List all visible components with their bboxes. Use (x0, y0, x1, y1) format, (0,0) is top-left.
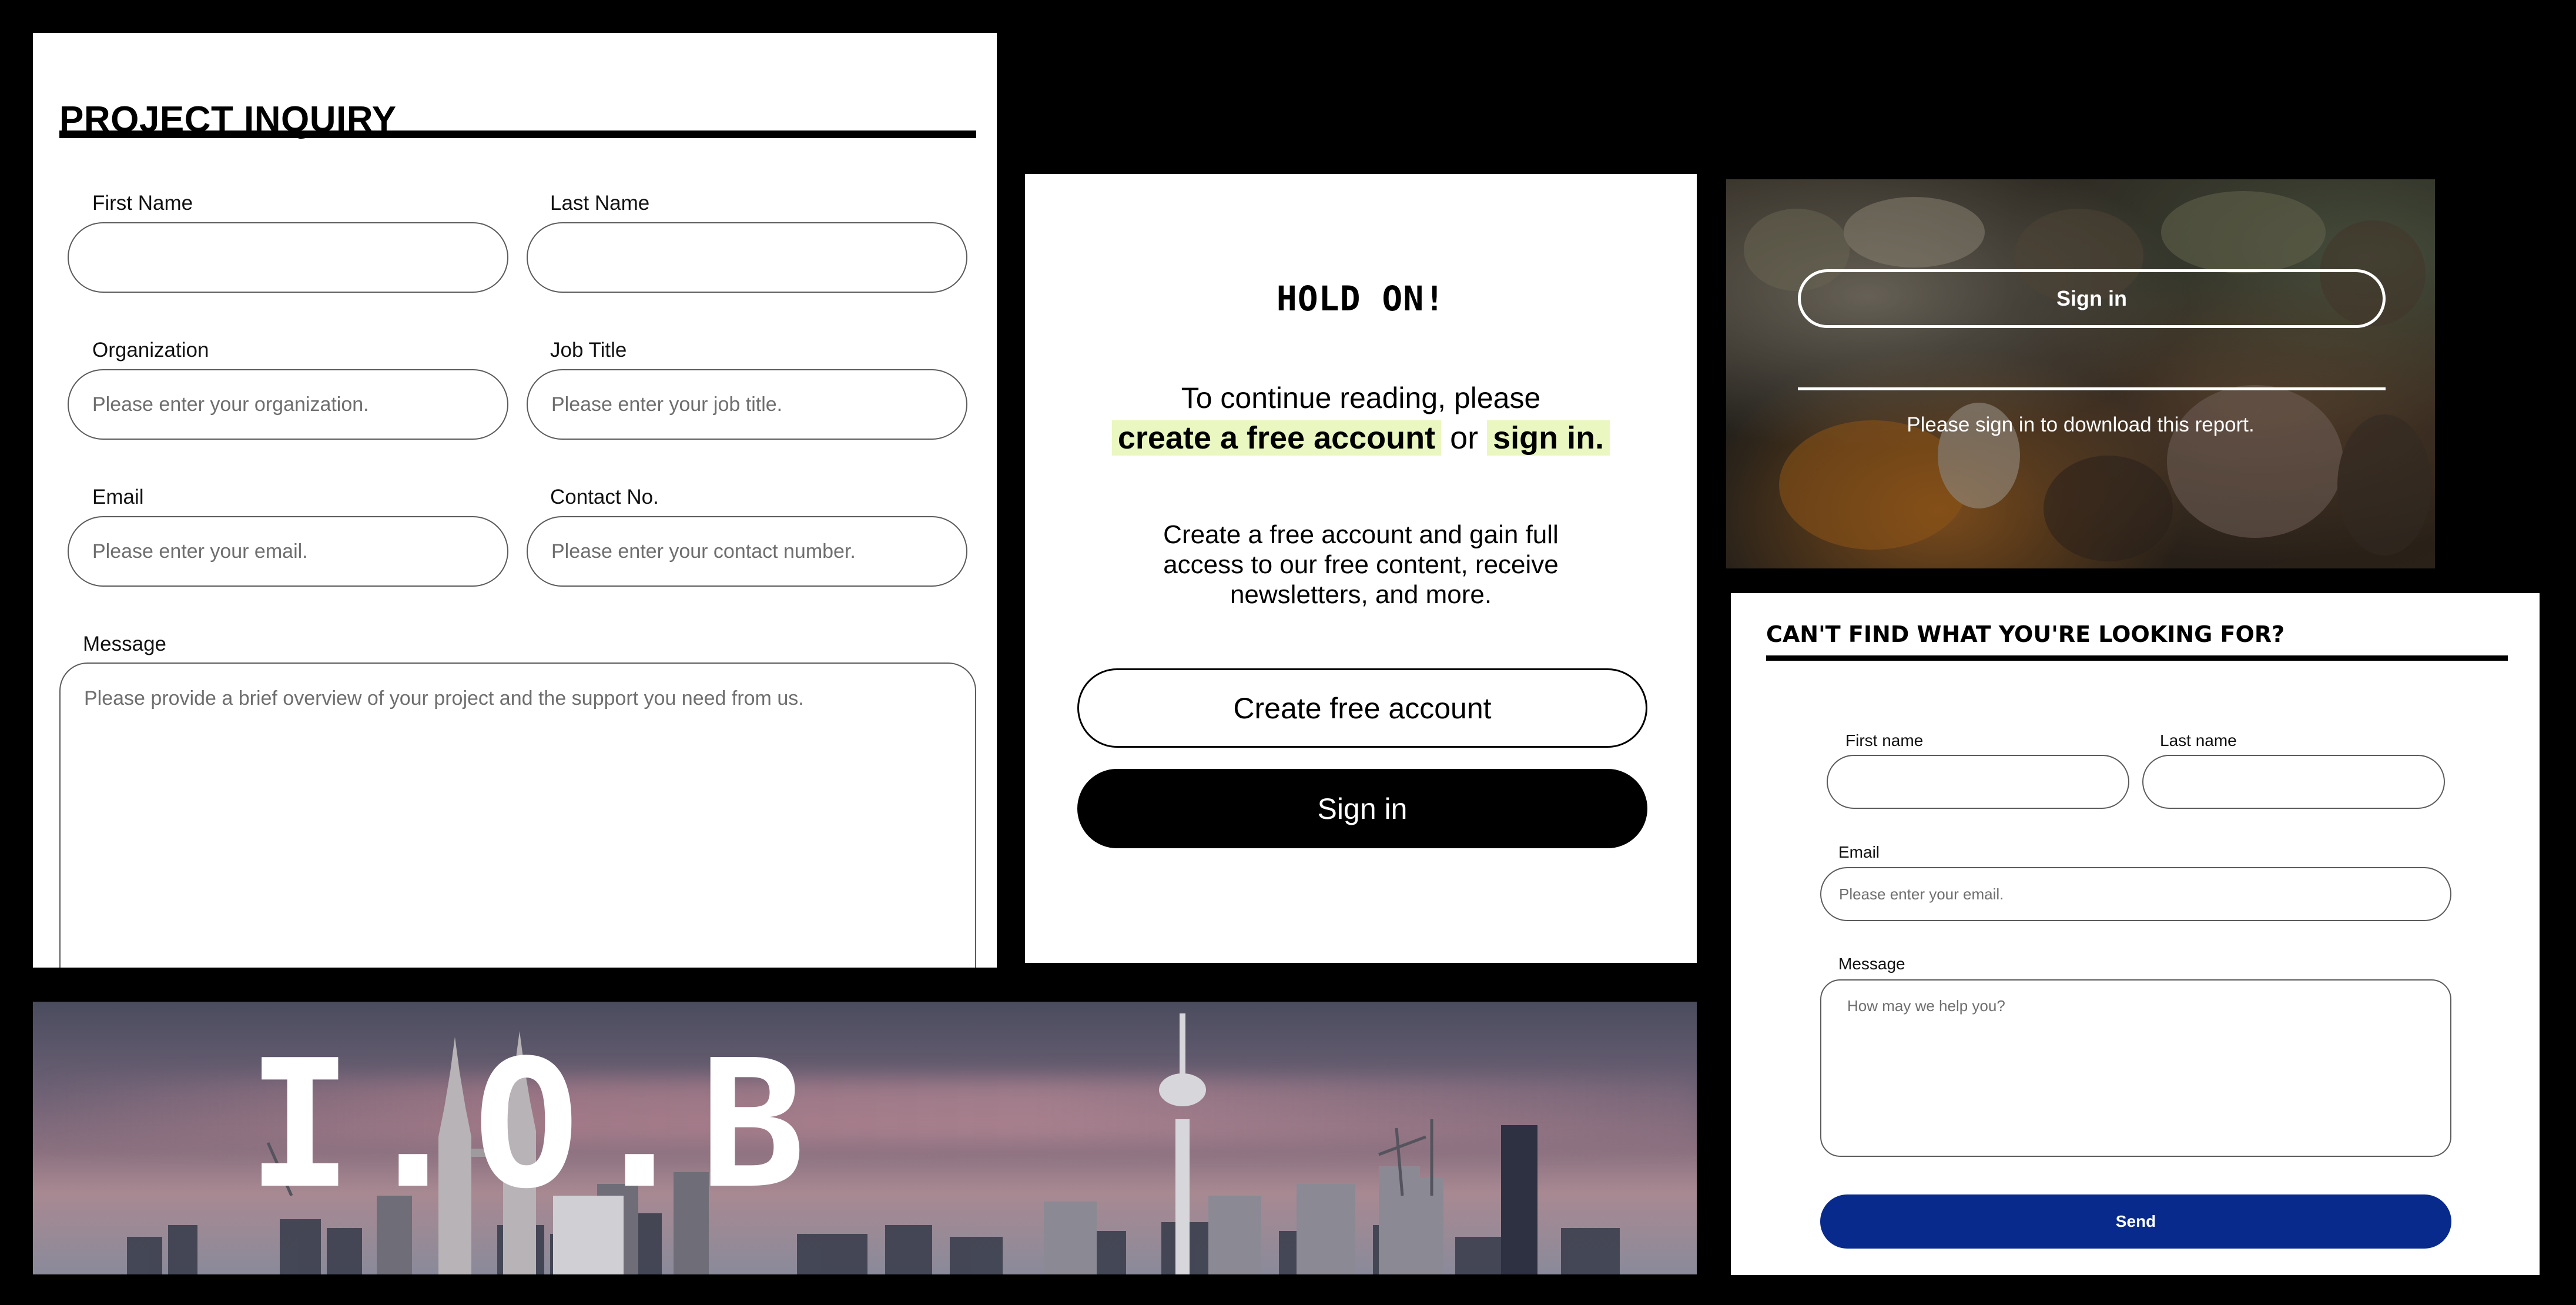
cf-last-name-label: Last name (2160, 731, 2237, 749)
continue-reading-text: To continue reading, please (1181, 382, 1541, 414)
sign-in-note: Please sign in to download this report. (1907, 413, 2255, 436)
cant-find-title: CAN'T FIND WHAT YOU'RE LOOKING FOR? (1766, 621, 2285, 647)
first-name-label: First Name (92, 192, 193, 215)
sign-in-link[interactable]: sign in. (1487, 420, 1610, 456)
cf-email-label: Email (1838, 843, 1880, 861)
inquiry-title-rule (59, 130, 976, 138)
create-or-signin-line: create a free account or sign in. (1025, 420, 1697, 456)
message-textarea[interactable] (59, 662, 976, 968)
photo-overlay (1726, 179, 2435, 568)
create-account-link[interactable]: create a free account (1111, 420, 1442, 456)
last-name-label: Last Name (550, 192, 650, 215)
cf-first-name-label: First name (1845, 731, 1924, 749)
hold-on-description: Create a free account and gain full acce… (1163, 520, 1559, 609)
organization-input[interactable] (68, 369, 508, 440)
cant-find-title-rule (1766, 655, 2508, 661)
cf-email-input[interactable] (1820, 867, 2451, 921)
iob-logo: I.O.B (246, 1022, 813, 1227)
job-title-label: Job Title (550, 339, 627, 362)
cf-last-name-input[interactable] (2142, 755, 2445, 809)
download-sign-in-button[interactable]: Sign in (1798, 269, 2386, 328)
download-report-card: Sign in Please sign in to download this … (1726, 179, 2435, 568)
hold-on-heading: HOLD ON! (1276, 279, 1446, 319)
project-inquiry-card: PROJECT INQUIRY First Name Last Name Org… (33, 33, 997, 968)
cf-message-textarea[interactable] (1820, 979, 2451, 1157)
or-text: or (1441, 420, 1488, 456)
email-input[interactable] (68, 516, 508, 587)
create-free-account-button[interactable]: Create free account (1077, 668, 1647, 748)
sign-in-button[interactable]: Sign in (1077, 769, 1647, 848)
cf-message-label: Message (1838, 955, 1905, 973)
cant-find-card: CAN'T FIND WHAT YOU'RE LOOKING FOR? Firs… (1731, 593, 2540, 1275)
contact-number-label: Contact No. (550, 486, 659, 508)
last-name-input[interactable] (527, 222, 967, 293)
cf-first-name-input[interactable] (1827, 755, 2129, 809)
hold-on-card: HOLD ON! To continue reading, please cre… (1025, 174, 1697, 963)
first-name-input[interactable] (68, 222, 508, 293)
skyline-banner: I.O.B (33, 1002, 1697, 1274)
job-title-input[interactable] (527, 369, 967, 440)
contact-number-input[interactable] (527, 516, 967, 587)
organization-label: Organization (92, 339, 209, 362)
send-button[interactable]: Send (1820, 1194, 2451, 1249)
divider-line (1798, 387, 2386, 390)
email-label: Email (92, 486, 144, 508)
message-label: Message (83, 633, 167, 655)
